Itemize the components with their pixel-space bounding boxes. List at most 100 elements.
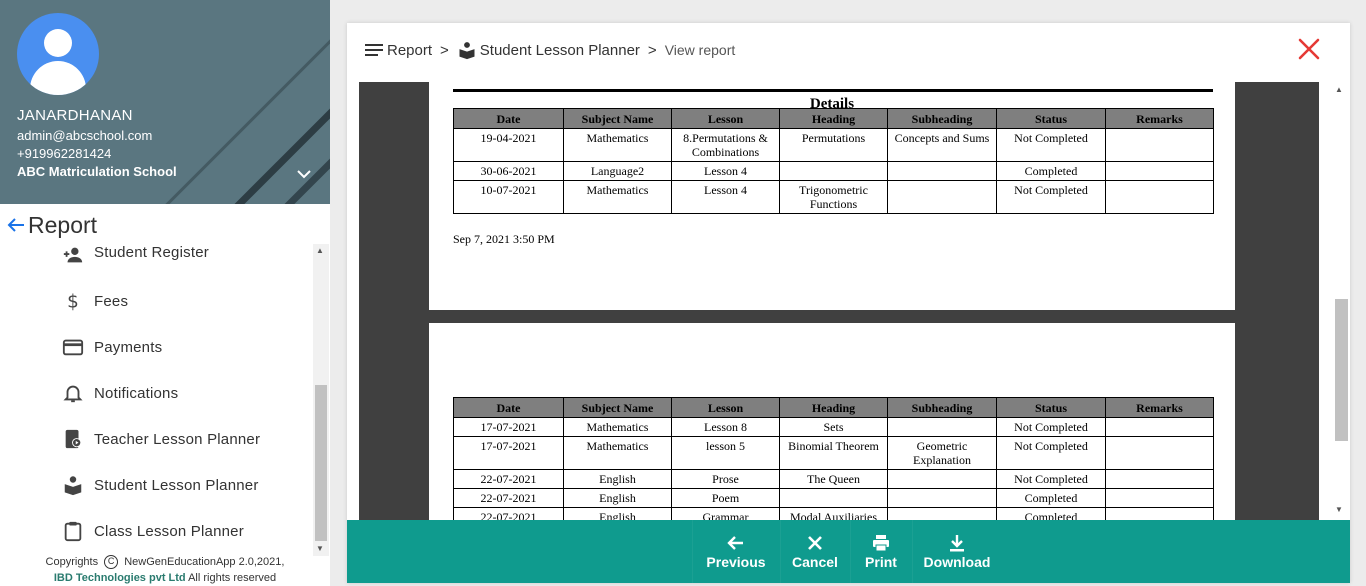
sidebar-item-label: Fees	[94, 292, 129, 310]
table-cell: Binomial Theorem	[779, 436, 888, 470]
table-cell	[1105, 417, 1214, 437]
column-header: Subheading	[887, 108, 997, 129]
sidebar-item-student-register[interactable]: Student Register	[0, 244, 313, 278]
table-row: 10-07-2021 Mathematics Lesson 4 Trigonometr…	[453, 180, 1214, 214]
table-row: 30-06-2021 Language2 Lesson 4 Completed	[453, 161, 1214, 181]
profile-school: ABC Matriculation School	[17, 164, 177, 179]
profile-card: JANARDHANAN admin@abcschool.com +9199622…	[0, 0, 330, 204]
table-cell: Mathematics	[563, 180, 672, 214]
table-cell: Permutations	[779, 128, 888, 162]
table-cell: Modal Auxiliaries	[779, 507, 888, 520]
column-header: Date	[453, 108, 564, 129]
profile-email: admin@abcschool.com	[17, 128, 153, 143]
column-header: Status	[996, 108, 1106, 129]
table-cell: Not Completed	[996, 180, 1106, 214]
table-cell	[887, 161, 997, 181]
table-cell: Grammar	[671, 507, 780, 520]
table-cell: English	[563, 469, 672, 489]
column-header: Date	[453, 397, 564, 418]
copyright-label: Copyrights	[45, 556, 99, 568]
table-cell: Not Completed	[996, 128, 1106, 162]
column-header: Subheading	[887, 397, 997, 418]
table-cell: 19-04-2021	[453, 128, 564, 162]
report-table-page1: Date Subject Name Lesson Heading Subheading S…	[453, 108, 1214, 214]
table-cell	[887, 488, 997, 508]
table-cell: The Queen	[779, 469, 888, 489]
copyright-footer: Copyrights C NewGenEducationApp 2.0,2021…	[0, 554, 330, 586]
back-arrow-icon[interactable]	[4, 213, 28, 237]
table-cell: Mathematics	[563, 128, 672, 162]
table-cell	[779, 488, 888, 508]
table-cell: Lesson 8	[671, 417, 780, 437]
section-title: Report	[28, 211, 98, 238]
sidebar-item-label: Student Lesson Planner	[94, 476, 259, 494]
pdf-viewer[interactable]: Details Date Subject Name Lesson Heading Sub…	[359, 82, 1319, 520]
scroll-up-icon[interactable]: ▲	[316, 246, 324, 255]
table-cell: Prose	[671, 469, 780, 489]
menu-icon[interactable]	[365, 43, 383, 57]
table-cell	[1105, 507, 1214, 520]
previous-button[interactable]: Previous	[692, 520, 780, 583]
table-cell: 8.Permutations & Combinations	[671, 128, 780, 162]
cancel-label: Cancel	[792, 554, 838, 570]
table-cell: Not Completed	[996, 436, 1106, 470]
table-cell: 22-07-2021	[453, 507, 564, 520]
close-icon[interactable]	[1297, 37, 1321, 61]
previous-label: Previous	[706, 554, 766, 570]
viewer-scrollbar-thumb[interactable]	[1335, 299, 1348, 441]
report-dialog: Report > Student Lesson Planner > View r…	[347, 23, 1350, 583]
sidebar-item-teacher-lesson-planner[interactable]: Teacher Lesson Planner	[0, 416, 313, 462]
report-page-1: Details Date Subject Name Lesson Heading Sub…	[429, 82, 1235, 310]
table-header-row: Date Subject Name Lesson Heading Subheading S…	[453, 108, 1214, 129]
avatar[interactable]	[17, 13, 99, 95]
svg-text:$: $	[67, 291, 79, 312]
breadcrumb-separator: >	[647, 41, 657, 59]
table-cell	[1105, 161, 1214, 181]
table-cell: Trigonometric Functions	[779, 180, 888, 214]
table-cell: 17-07-2021	[453, 417, 564, 437]
sidebar-item-label: Notifications	[94, 384, 179, 402]
table-cell: 30-06-2021	[453, 161, 564, 181]
scroll-down-icon[interactable]: ▼	[316, 544, 324, 553]
section-header: Report	[4, 210, 97, 240]
table-cell: Completed	[996, 161, 1106, 181]
dollar-icon: $	[67, 291, 79, 312]
report-toolbar: Previous Cancel Print Download	[347, 520, 1350, 583]
download-icon	[950, 535, 964, 552]
table-cell: English	[563, 488, 672, 508]
sidebar-item-notifications[interactable]: Notifications	[0, 370, 313, 416]
table-cell	[1105, 436, 1214, 470]
report-table-page2: Date Subject Name Lesson Heading Subheading S…	[453, 397, 1214, 520]
table-cell: Not Completed	[996, 469, 1106, 489]
student-planner-icon	[459, 42, 475, 60]
sidebar: JANARDHANAN admin@abcschool.com +9199622…	[0, 0, 330, 586]
chevron-down-icon[interactable]	[294, 164, 314, 184]
scroll-up-icon[interactable]: ▲	[1335, 85, 1343, 94]
breadcrumb-student-lesson-planner[interactable]: Student Lesson Planner	[480, 42, 640, 59]
copyright-icon: C	[104, 555, 119, 570]
person-add-icon	[63, 247, 83, 263]
table-cell: lesson 5	[671, 436, 780, 470]
table-row: 17-07-2021 Mathematics Lesson 8 Sets Not Com…	[453, 417, 1214, 437]
table-cell: 17-07-2021	[453, 436, 564, 470]
sidebar-item-class-lesson-planner[interactable]: Class Lesson Planner	[0, 508, 313, 554]
print-button[interactable]: Print	[850, 520, 912, 583]
sidebar-item-label: Payments	[94, 338, 163, 356]
table-cell: 22-07-2021	[453, 488, 564, 508]
sidebar-menu: Student Register $ Fees Payments Notific…	[0, 244, 313, 556]
download-label: Download	[923, 554, 991, 570]
company-name: IBD Technologies pvt Ltd	[53, 572, 186, 584]
table-cell	[779, 161, 888, 181]
table-row: 22-07-2021 English Prose The Queen Not Compl…	[453, 469, 1214, 489]
report-timestamp: Sep 7, 2021 3:50 PM	[453, 232, 555, 246]
sidebar-item-payments[interactable]: Payments	[0, 324, 313, 370]
cancel-button[interactable]: Cancel	[780, 520, 850, 583]
column-header: Lesson	[671, 108, 780, 129]
sidebar-item-label: Teacher Lesson Planner	[94, 430, 261, 448]
sidebar-item-fees[interactable]: $ Fees	[0, 278, 313, 324]
breadcrumb-report[interactable]: Report	[387, 42, 432, 59]
sidebar-item-student-lesson-planner[interactable]: Student Lesson Planner	[0, 462, 313, 508]
sidebar-scrollbar-thumb[interactable]	[315, 385, 327, 541]
download-button[interactable]: Download	[912, 520, 1002, 583]
scroll-down-icon[interactable]: ▼	[1335, 505, 1343, 514]
